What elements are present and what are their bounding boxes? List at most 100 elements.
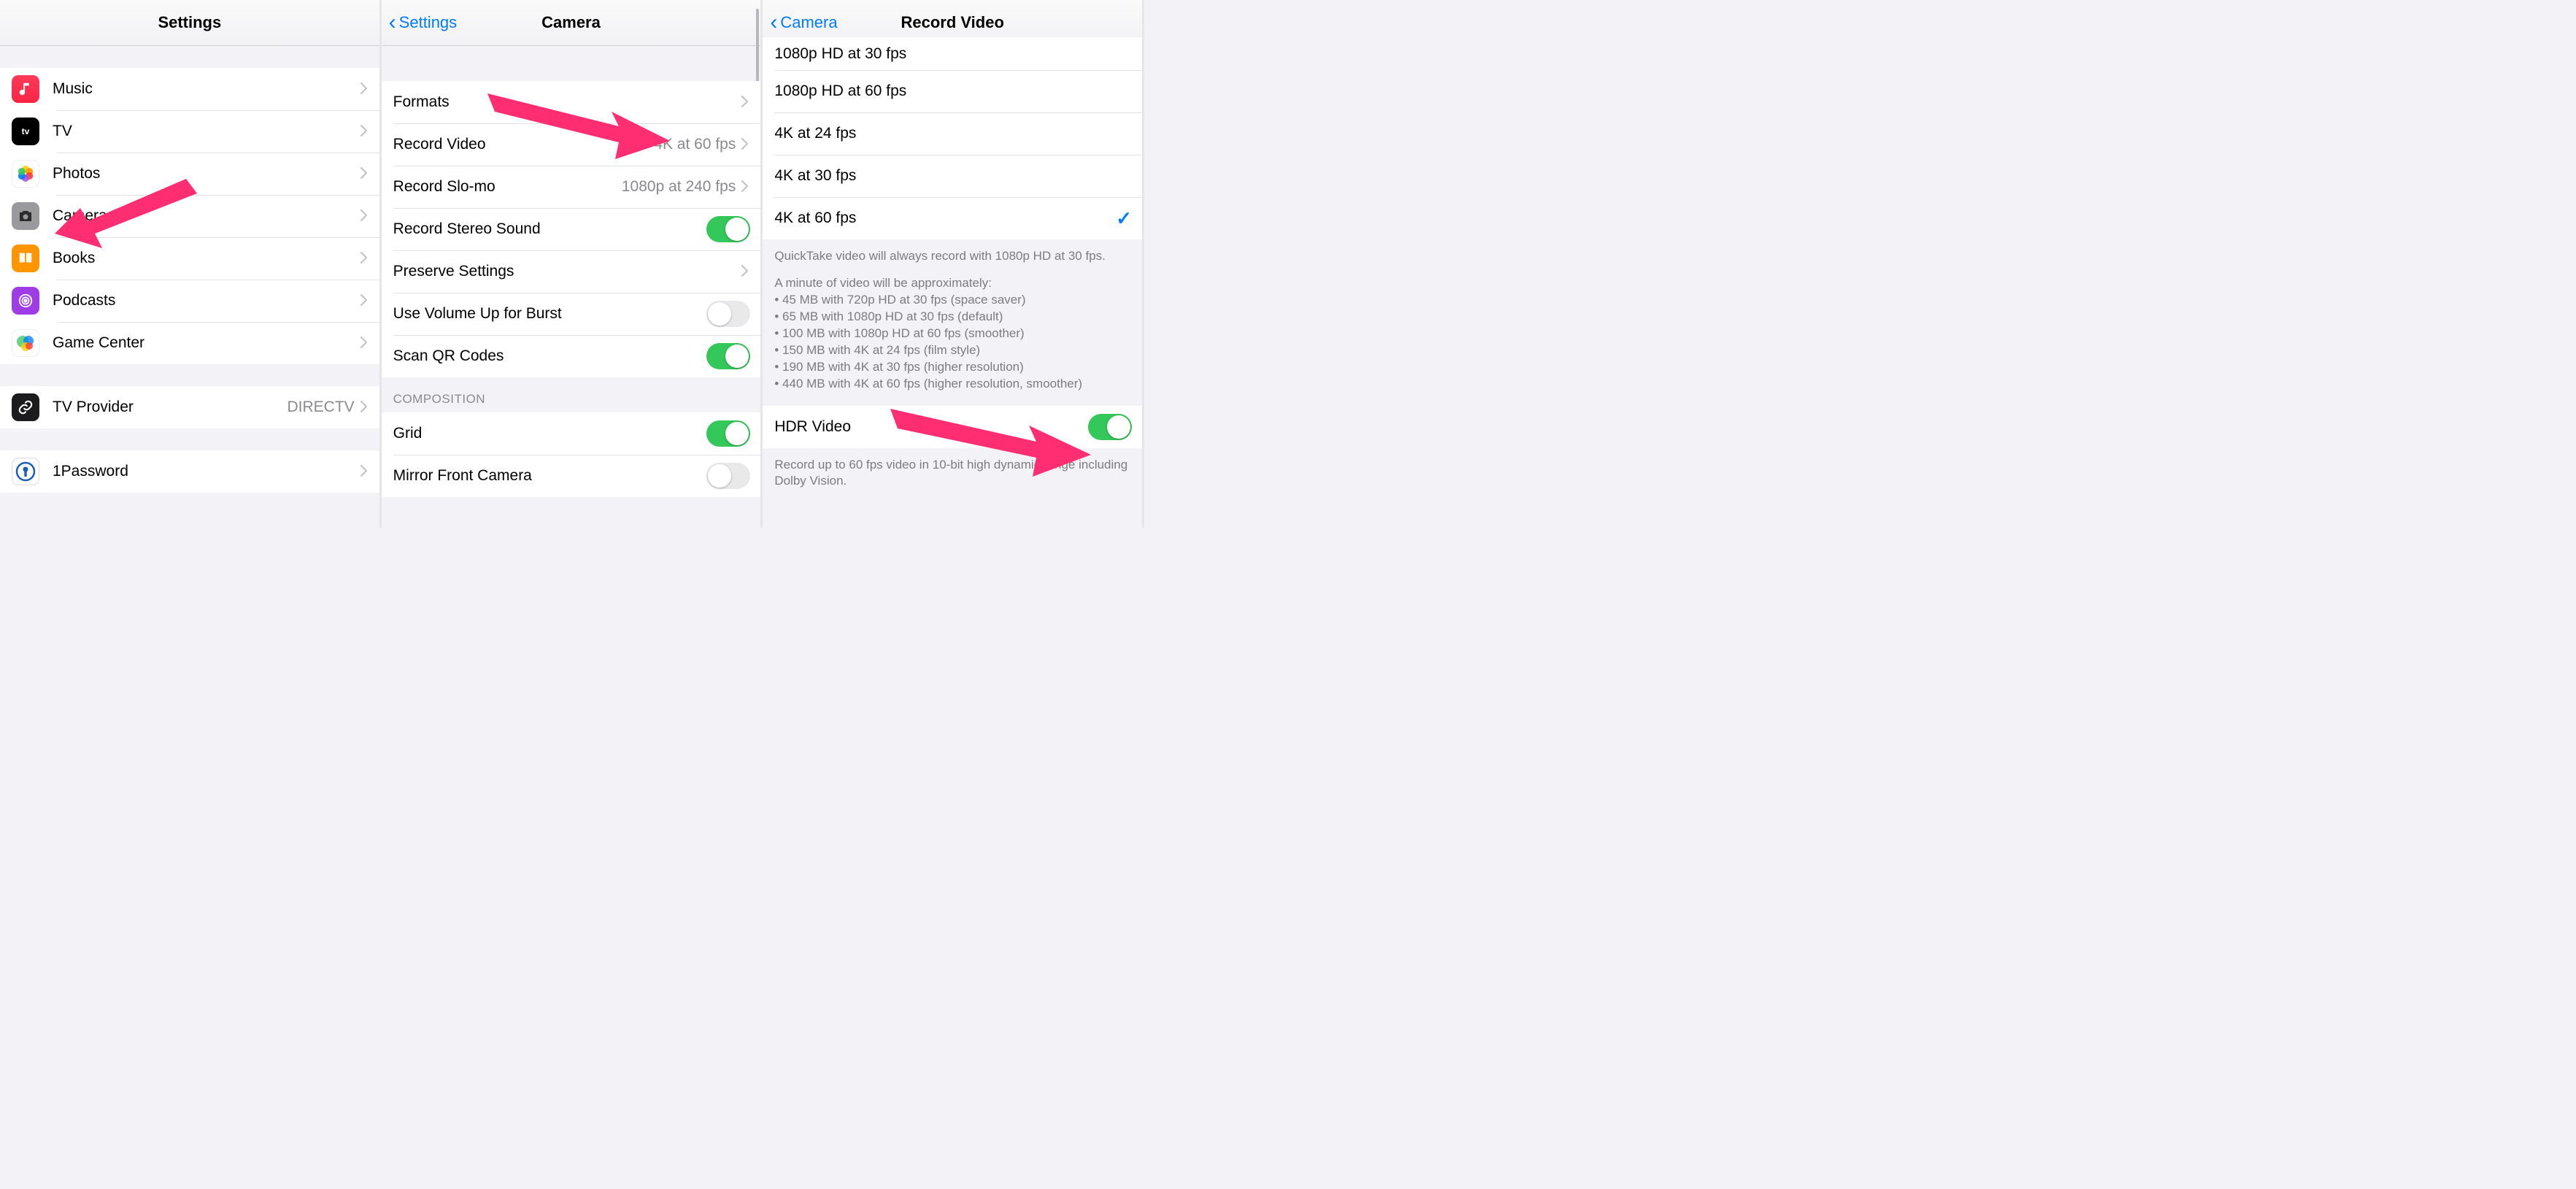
chevron-right-icon [360,82,369,96]
chevron-right-icon [360,336,369,350]
label: Photos [53,165,360,182]
photos-icon [12,160,39,188]
row-1password[interactable]: 1Password [0,450,379,493]
label: Use Volume Up for Burst [393,305,707,323]
row-gamecenter[interactable]: Game Center [0,322,379,364]
row-scan-qr[interactable]: Scan QR Codes [382,335,761,377]
chevron-right-icon [360,401,369,414]
back-label: Camera [780,13,837,32]
label: 4K at 30 fps [774,167,1132,185]
row-tvprovider[interactable]: TV Provider DIRECTV [0,386,379,428]
row-podcasts[interactable]: Podcasts [0,280,379,322]
toggle-grid[interactable] [706,420,750,447]
footer-bullet: • 45 MB with 720p HD at 30 fps (space sa… [774,292,1130,309]
chevron-right-icon [741,138,750,151]
label: Preserve Settings [393,263,742,280]
navbar: ‹ Settings Camera [382,0,761,46]
chevron-right-icon [741,180,750,193]
back-button[interactable]: ‹ Settings [389,0,458,45]
row-stereo-sound[interactable]: Record Stereo Sound [382,208,761,250]
label: Game Center [53,334,360,352]
label: 1Password [53,463,360,480]
chevron-right-icon [360,125,369,138]
toggle-volume-burst[interactable] [706,301,750,327]
row-volume-burst[interactable]: Use Volume Up for Burst [382,293,761,335]
label: Scan QR Codes [393,347,707,365]
row-option-4k24[interactable]: 4K at 24 fps [763,112,1142,155]
chevron-right-icon [360,167,369,180]
camera-icon [12,202,39,230]
label: 4K at 60 fps [774,209,1116,227]
camera-group-1: Formats Record Video 4K at 60 fps Record… [382,81,761,377]
1password-icon [12,458,39,485]
label: Record Video [393,136,655,153]
row-formats[interactable]: Formats [382,81,761,123]
page-title: Settings [158,13,221,32]
footer-bullet: • 440 MB with 4K at 60 fps (higher resol… [774,376,1130,393]
music-icon [12,75,39,103]
label: Formats [393,93,742,111]
group-header-composition: COMPOSITION [382,377,761,412]
label: Record Slo-mo [393,178,622,196]
chevron-right-icon [741,96,750,109]
row-books[interactable]: Books [0,237,379,280]
footer-text: QuickTake video will always record with … [774,248,1130,265]
label: Podcasts [53,292,360,309]
row-preserve-settings[interactable]: Preserve Settings [382,250,761,293]
row-option-4k60[interactable]: 4K at 60 fps ✓ [763,197,1142,239]
label: 1080p HD at 30 fps [774,45,1132,63]
gamecenter-icon [12,329,39,357]
page-title: Record Video [901,13,1003,32]
tv-icon: tv [12,118,39,145]
record-options-group: 1080p HD at 30 fps 1080p HD at 60 fps 4K… [763,37,1142,239]
row-record-video[interactable]: Record Video 4K at 60 fps [382,123,761,166]
back-label: Settings [399,13,458,32]
row-option-4k30[interactable]: 4K at 30 fps [763,155,1142,197]
row-music[interactable]: Music [0,68,379,110]
row-option-1080p60[interactable]: 1080p HD at 60 fps [763,70,1142,112]
row-tv[interactable]: tv TV [0,110,379,153]
row-option-1080p30[interactable]: 1080p HD at 30 fps [763,37,1142,70]
label: 1080p HD at 60 fps [774,82,1132,100]
content-scroll[interactable]: Music tv TV [0,46,379,528]
row-grid[interactable]: Grid [382,412,761,455]
detail: 4K at 60 fps [654,136,736,153]
content-scroll[interactable]: 1080p HD at 30 fps 1080p HD at 60 fps 4K… [763,37,1142,528]
podcasts-icon [12,287,39,315]
label: Record Stereo Sound [393,220,707,238]
label: HDR Video [774,418,1088,436]
quicktake-footer: QuickTake video will always record with … [763,239,1142,406]
footer-bullet: • 190 MB with 4K at 30 fps (higher resol… [774,359,1130,376]
label: Music [53,80,360,98]
row-camera[interactable]: Camera [0,195,379,237]
hdr-footer: Record up to 60 fps video in 10-bit high… [763,448,1142,504]
footer-bullet: • 150 MB with 4K at 24 fps (film style) [774,342,1130,359]
chevron-right-icon [360,465,369,478]
checkmark-icon: ✓ [1116,207,1132,230]
tv-provider-group: TV Provider DIRECTV [0,386,379,428]
toggle-mirror-front[interactable] [706,463,750,489]
footer-text: A minute of video will be approximately: [774,275,1130,292]
content-scroll[interactable]: Formats Record Video 4K at 60 fps Record… [382,46,761,528]
footer-bullet: • 65 MB with 1080p HD at 30 fps (default… [774,309,1130,326]
row-photos[interactable]: Photos [0,153,379,195]
label: TV [53,123,360,140]
chevron-right-icon [741,265,750,278]
camera-group-composition: Grid Mirror Front Camera [382,412,761,497]
detail: DIRECTV [287,399,354,416]
toggle-stereo[interactable] [706,216,750,242]
row-mirror-front[interactable]: Mirror Front Camera [382,455,761,497]
detail: 1080p at 240 fps [622,178,736,196]
row-record-slomo[interactable]: Record Slo-mo 1080p at 240 fps [382,166,761,208]
books-icon [12,245,39,272]
label: Grid [393,425,707,442]
label: Mirror Front Camera [393,467,707,485]
toggle-scan-qr[interactable] [706,343,750,369]
chevron-right-icon [360,252,369,265]
toggle-hdr[interactable] [1088,414,1132,440]
label: Camera [53,207,360,225]
pane-camera: ‹ Settings Camera Formats Record Video 4… [382,0,763,528]
row-hdr-video[interactable]: HDR Video [763,406,1142,448]
label: TV Provider [53,399,287,416]
navbar: Settings [0,0,379,46]
